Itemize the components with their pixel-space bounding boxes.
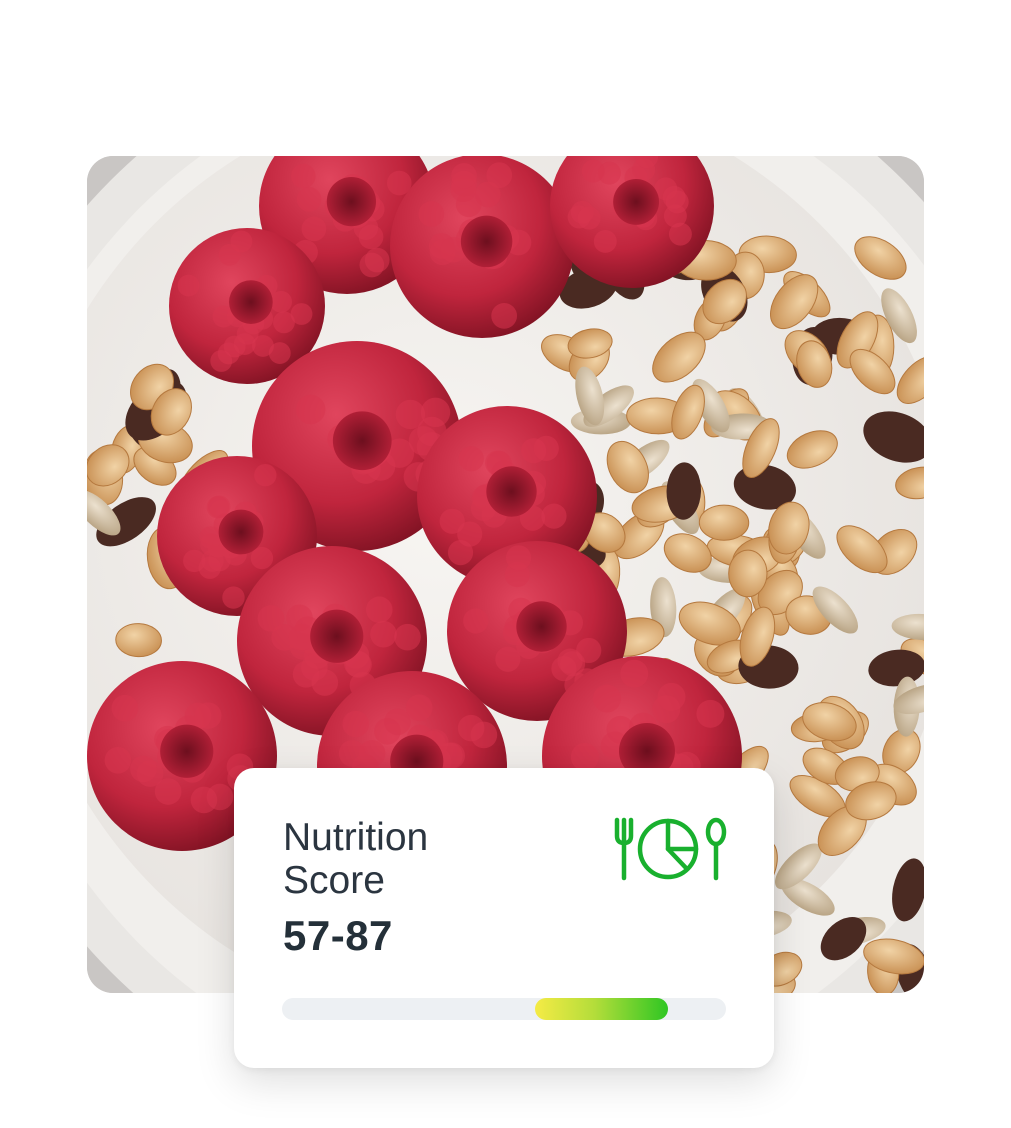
score-value: 57-87 xyxy=(283,912,393,959)
oat-flake xyxy=(728,549,768,598)
fork-pie-chart-spoon-icon xyxy=(614,817,727,881)
oat-flake xyxy=(698,504,750,541)
nutrition-showcase: Nutrition Score 57-87 xyxy=(0,0,1011,1128)
score-range-bar xyxy=(282,998,726,1020)
nutrition-score-card: Nutrition Score 57-87 xyxy=(234,768,774,1068)
score-range-fill xyxy=(535,998,669,1020)
raspberry xyxy=(390,156,574,338)
score-title: Nutrition Score xyxy=(283,816,429,902)
